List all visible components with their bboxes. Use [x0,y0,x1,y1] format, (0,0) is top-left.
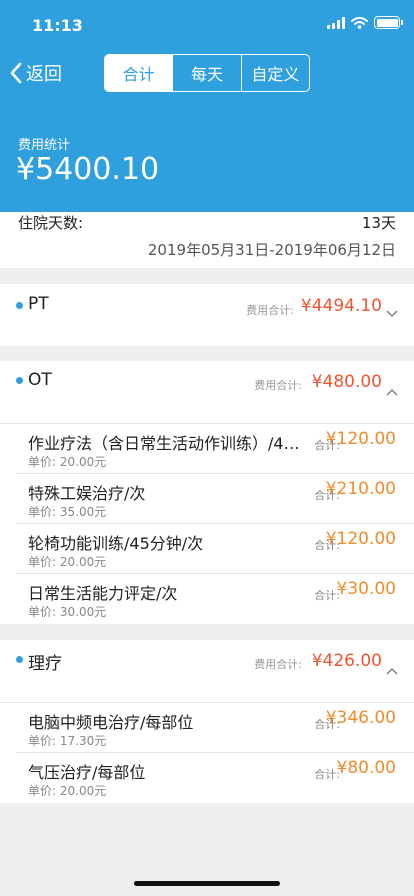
stay-days-value: 13天 [361,214,396,232]
group-physiotherapy: 理疗 费用合计: ¥426.00 电脑中频电治疗/每部位 单价: 17.30元 … [0,640,414,803]
tab-daily[interactable]: 每天 [172,55,240,91]
stay-info: 住院天数: 13天 2019年05月31日-2019年06月12日 [0,212,414,268]
group-subtotal-label: 费用合计: [254,379,302,392]
group-name: OT [28,370,52,390]
group-header-ot[interactable]: OT 费用合计: ¥480.00 [0,361,414,423]
list-item[interactable]: 轮椅功能训练/45分钟/次 单价: 20.00元 合计: ¥120.00 [16,524,414,574]
group-name: PT [28,294,49,314]
wifi-icon [351,16,368,29]
group-items: 作业疗法（含日常生活动作训练）/45分钟 单价: 20.00元 合计: ¥120… [0,423,414,624]
bullet-dot [16,302,23,309]
group-name: 理疗 [28,654,62,674]
status-bar: 11:13 [0,0,414,48]
group-subtotal-label: 费用合计: [254,658,302,671]
list-item[interactable]: 特殊工娱治疗/次 单价: 35.00元 合计: ¥210.00 [16,474,414,524]
item-name: 轮椅功能训练/45分钟/次 [28,534,204,553]
cellular-signal-icon [327,16,345,29]
group-header-physiotherapy[interactable]: 理疗 费用合计: ¥426.00 [0,640,414,702]
summary-total: ¥5400.10 [16,152,160,187]
item-unit-price: 单价: 35.00元 [28,505,107,519]
battery-icon [374,16,403,29]
item-unit-price: 单价: 20.00元 [28,555,107,569]
back-button[interactable]: 返回 [10,58,62,88]
list-item[interactable]: 电脑中频电治疗/每部位 单价: 17.30元 合计: ¥346.00 [16,703,414,753]
back-label: 返回 [26,64,62,85]
summary-label: 费用统计 [18,138,71,153]
chevron-down-icon [386,310,398,317]
group-subtotal-label: 费用合计: [246,304,294,317]
chevron-up-icon [386,389,398,396]
item-amount: ¥120.00 [325,529,396,549]
item-amount: ¥346.00 [325,708,396,728]
group-ot: OT 费用合计: ¥480.00 作业疗法（含日常生活动作训练）/45分钟 单价… [0,361,414,624]
chevron-up-icon [386,668,398,675]
tab-custom[interactable]: 自定义 [240,55,309,91]
item-amount: ¥30.00 [336,579,396,599]
list-item[interactable]: 日常生活能力评定/次 单价: 30.00元 合计: ¥30.00 [16,574,414,624]
item-amount: ¥210.00 [325,479,396,499]
item-unit-price: 单价: 20.00元 [28,784,107,798]
list-item[interactable]: 作业疗法（含日常生活动作训练）/45分钟 单价: 20.00元 合计: ¥120… [16,424,414,474]
item-name: 气压治疗/每部位 [28,763,146,782]
group-amount: ¥426.00 [311,651,382,671]
group-pt: PT 费用合计: ¥4494.10 [0,284,414,346]
item-name: 作业疗法（含日常生活动作训练）/45分钟 [28,434,308,453]
item-amount: ¥80.00 [336,758,396,778]
home-indicator[interactable] [134,881,280,886]
item-unit-price: 单价: 30.00元 [28,605,107,619]
item-unit-price: 单价: 17.30元 [28,734,107,748]
item-name: 特殊工娱治疗/次 [28,484,146,503]
group-amount: ¥4494.10 [300,296,382,316]
item-amount: ¥120.00 [325,429,396,449]
bullet-dot [16,377,23,384]
period-segmented-control: 合计 每天 自定义 [104,54,310,92]
group-amount: ¥480.00 [311,372,382,392]
group-items: 电脑中频电治疗/每部位 单价: 17.30元 合计: ¥346.00 气压治疗/… [0,702,414,803]
item-unit-price: 单价: 20.00元 [28,455,107,469]
item-name: 电脑中频电治疗/每部位 [28,713,194,732]
chevron-left-icon [10,62,22,84]
group-header-pt[interactable]: PT 费用合计: ¥4494.10 [0,284,414,346]
stay-date-range: 2019年05月31日-2019年06月12日 [147,241,396,259]
header: 11:13 返回 合计 每天 自定义 费用统计 ¥5400.10 [0,0,414,212]
stay-days-label: 住院天数: [18,214,84,232]
tab-total[interactable]: 合计 [105,55,173,91]
bullet-dot [16,656,23,663]
list-item[interactable]: 气压治疗/每部位 单价: 20.00元 合计: ¥80.00 [16,753,414,803]
item-name: 日常生活能力评定/次 [28,584,178,603]
status-time: 11:13 [32,16,83,35]
